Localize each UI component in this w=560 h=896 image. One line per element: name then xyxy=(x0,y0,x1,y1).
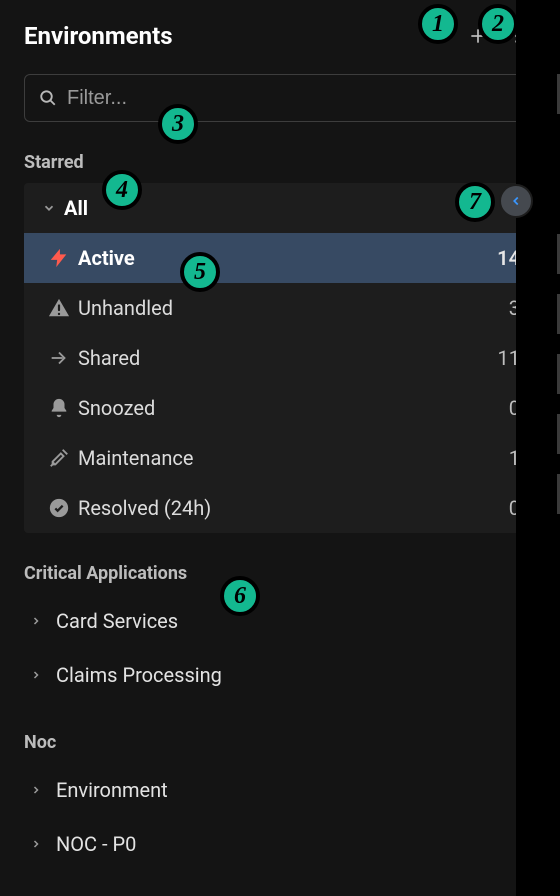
list-item-label: NOC - P0 xyxy=(48,832,525,856)
starred-panel: All Active 14 Unhandled 3 Sh xyxy=(24,183,536,533)
right-edge-strip xyxy=(516,0,560,896)
starred-tree: All Active 14 Unhandled 3 Sh xyxy=(0,183,560,533)
tools-icon xyxy=(46,447,72,469)
bolt-icon xyxy=(46,247,72,269)
filter-container xyxy=(0,50,560,122)
chevron-right-icon xyxy=(24,669,48,681)
filter-field[interactable] xyxy=(24,74,536,122)
tree-item-shared[interactable]: Shared 11 xyxy=(24,333,536,383)
list-item-label: Environment xyxy=(48,778,525,802)
noc-list: Environment 2 NOC - P0 3 xyxy=(0,763,560,871)
plus-icon xyxy=(468,26,488,46)
environments-sidebar: Environments Starred All xyxy=(0,0,560,896)
header: Environments xyxy=(0,0,560,50)
share-icon xyxy=(46,347,72,369)
search-icon xyxy=(39,89,57,107)
section-label-noc: Noc xyxy=(0,702,560,763)
tree-item-label: Shared xyxy=(72,346,498,370)
tree-item-label: Snoozed xyxy=(72,396,509,420)
chevron-down-icon xyxy=(40,201,58,215)
add-button[interactable] xyxy=(466,24,490,48)
chevron-right-icon xyxy=(24,615,48,627)
section-label-starred: Starred xyxy=(0,122,560,183)
page-title: Environments xyxy=(24,22,173,50)
list-item[interactable]: Claims Processing 3 xyxy=(24,648,536,702)
tree-group-all[interactable]: All xyxy=(24,183,536,233)
bell-icon xyxy=(46,397,72,419)
check-circle-icon xyxy=(46,497,72,519)
tree-item-maintenance[interactable]: Maintenance 1 xyxy=(24,433,536,483)
tree-item-label: Resolved (24h) xyxy=(72,496,509,520)
collapse-sidebar-button[interactable] xyxy=(499,184,533,218)
tree-group-label: All xyxy=(58,196,520,220)
critical-list: Card Services 0 Claims Processing 3 xyxy=(0,594,560,702)
tree-item-label: Active xyxy=(72,246,497,270)
warning-icon xyxy=(46,297,72,319)
list-item-label: Claims Processing xyxy=(48,663,525,687)
tree-item-unhandled[interactable]: Unhandled 3 xyxy=(24,283,536,333)
edge-ticks xyxy=(550,54,560,896)
list-item[interactable]: Environment 2 xyxy=(24,763,536,817)
chevron-left-icon xyxy=(509,194,523,208)
tree-item-snoozed[interactable]: Snoozed 0 xyxy=(24,383,536,433)
chevron-right-icon xyxy=(24,838,48,850)
tree-item-resolved[interactable]: Resolved (24h) 0 xyxy=(24,483,536,533)
list-item[interactable]: NOC - P0 3 xyxy=(24,817,536,871)
tree-item-label: Maintenance xyxy=(72,446,509,470)
chevron-right-icon xyxy=(24,784,48,796)
list-item-label: Card Services xyxy=(48,609,525,633)
filter-input[interactable] xyxy=(67,87,521,110)
section-label-critical: Critical Applications xyxy=(0,533,560,594)
tree-item-label: Unhandled xyxy=(72,296,509,320)
list-item[interactable]: Card Services 0 xyxy=(24,594,536,648)
tree-item-active[interactable]: Active 14 xyxy=(24,233,536,283)
